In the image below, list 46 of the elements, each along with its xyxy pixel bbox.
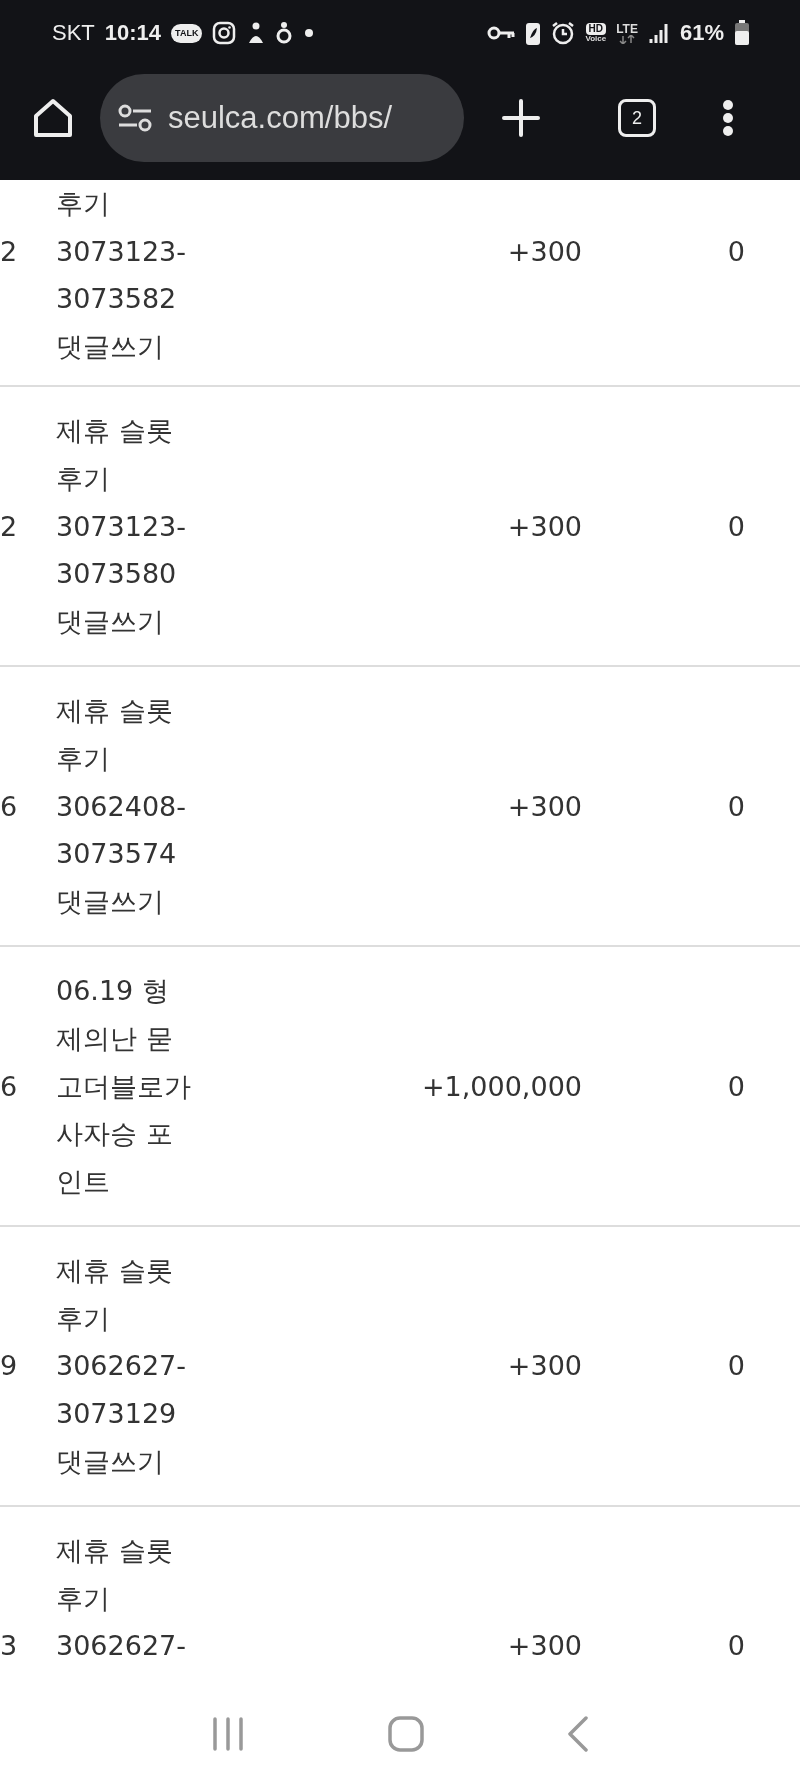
table-cell-text: 0 [726, 1069, 746, 1104]
table-cell-text: 0 [726, 1629, 746, 1664]
url-text: seulca.com/bbs/ [168, 100, 392, 136]
recent-apps-button[interactable] [211, 1717, 246, 1751]
points-amount: +300 [506, 509, 582, 544]
pin-notification-icon [276, 21, 293, 45]
points-amount: +300 [506, 1629, 582, 1664]
camera-app-icon [212, 21, 237, 45]
battery-icon [734, 20, 750, 46]
table-cell-text: 0 [726, 789, 746, 824]
table-cell-text: 2 [0, 509, 19, 544]
points-amount: +300 [506, 234, 582, 269]
address-bar[interactable]: seulca.com/bbs/ [100, 74, 464, 162]
network-type: LTE [616, 22, 638, 35]
table-cell-text: 6 [0, 1069, 19, 1104]
carrier-name: SKT [52, 20, 95, 46]
data-arrows-icon [619, 34, 636, 44]
table-cell-text: 6 [0, 789, 19, 824]
points-amount: +1,000,000 [420, 1069, 582, 1104]
battery-percent: 61% [679, 20, 724, 46]
post-title: 06.19 형 제의난 묻 고더블로가 사자승 포 인트 [56, 974, 192, 1199]
voice-label: Voice [585, 35, 607, 43]
table-cell-text: 3 [0, 1629, 19, 1664]
post-title: 제휴 슬롯 후기 3062627- [56, 1534, 187, 1664]
signal-icon [647, 21, 670, 45]
chat-notification-icon: TALK [171, 23, 203, 43]
page-info-icon [118, 104, 152, 132]
table-cell-text: 2 [0, 234, 19, 269]
table-cell-text: 9 [0, 1349, 19, 1384]
menu-button[interactable] [722, 99, 734, 137]
alarm-icon [551, 21, 576, 45]
tab-switcher-button[interactable]: 2 [618, 99, 656, 137]
home-nav-button[interactable] [388, 1716, 424, 1752]
points-amount: +300 [506, 1349, 582, 1384]
post-title: 제휴 슬롯 후기 3062627- 3073129 댓글쓰기 [56, 1254, 187, 1479]
post-title: 후기 3073123- 3073582 댓글쓰기 [56, 187, 187, 364]
battery-saver-icon [525, 20, 542, 46]
post-title: 제휴 슬롯 후기 3062408- 3073574 댓글쓰기 [56, 694, 187, 919]
clock-time: 10:14 [104, 20, 162, 46]
back-button[interactable] [566, 1716, 589, 1752]
points-amount: +300 [506, 789, 582, 824]
table-cell-text: 0 [726, 234, 746, 269]
post-title: 제휴 슬롯 후기 3073123- 3073580 댓글쓰기 [56, 414, 187, 639]
hd-label: HD [585, 23, 606, 35]
table-cell-text: 0 [726, 1349, 746, 1384]
table-cell-text: 0 [726, 509, 746, 544]
